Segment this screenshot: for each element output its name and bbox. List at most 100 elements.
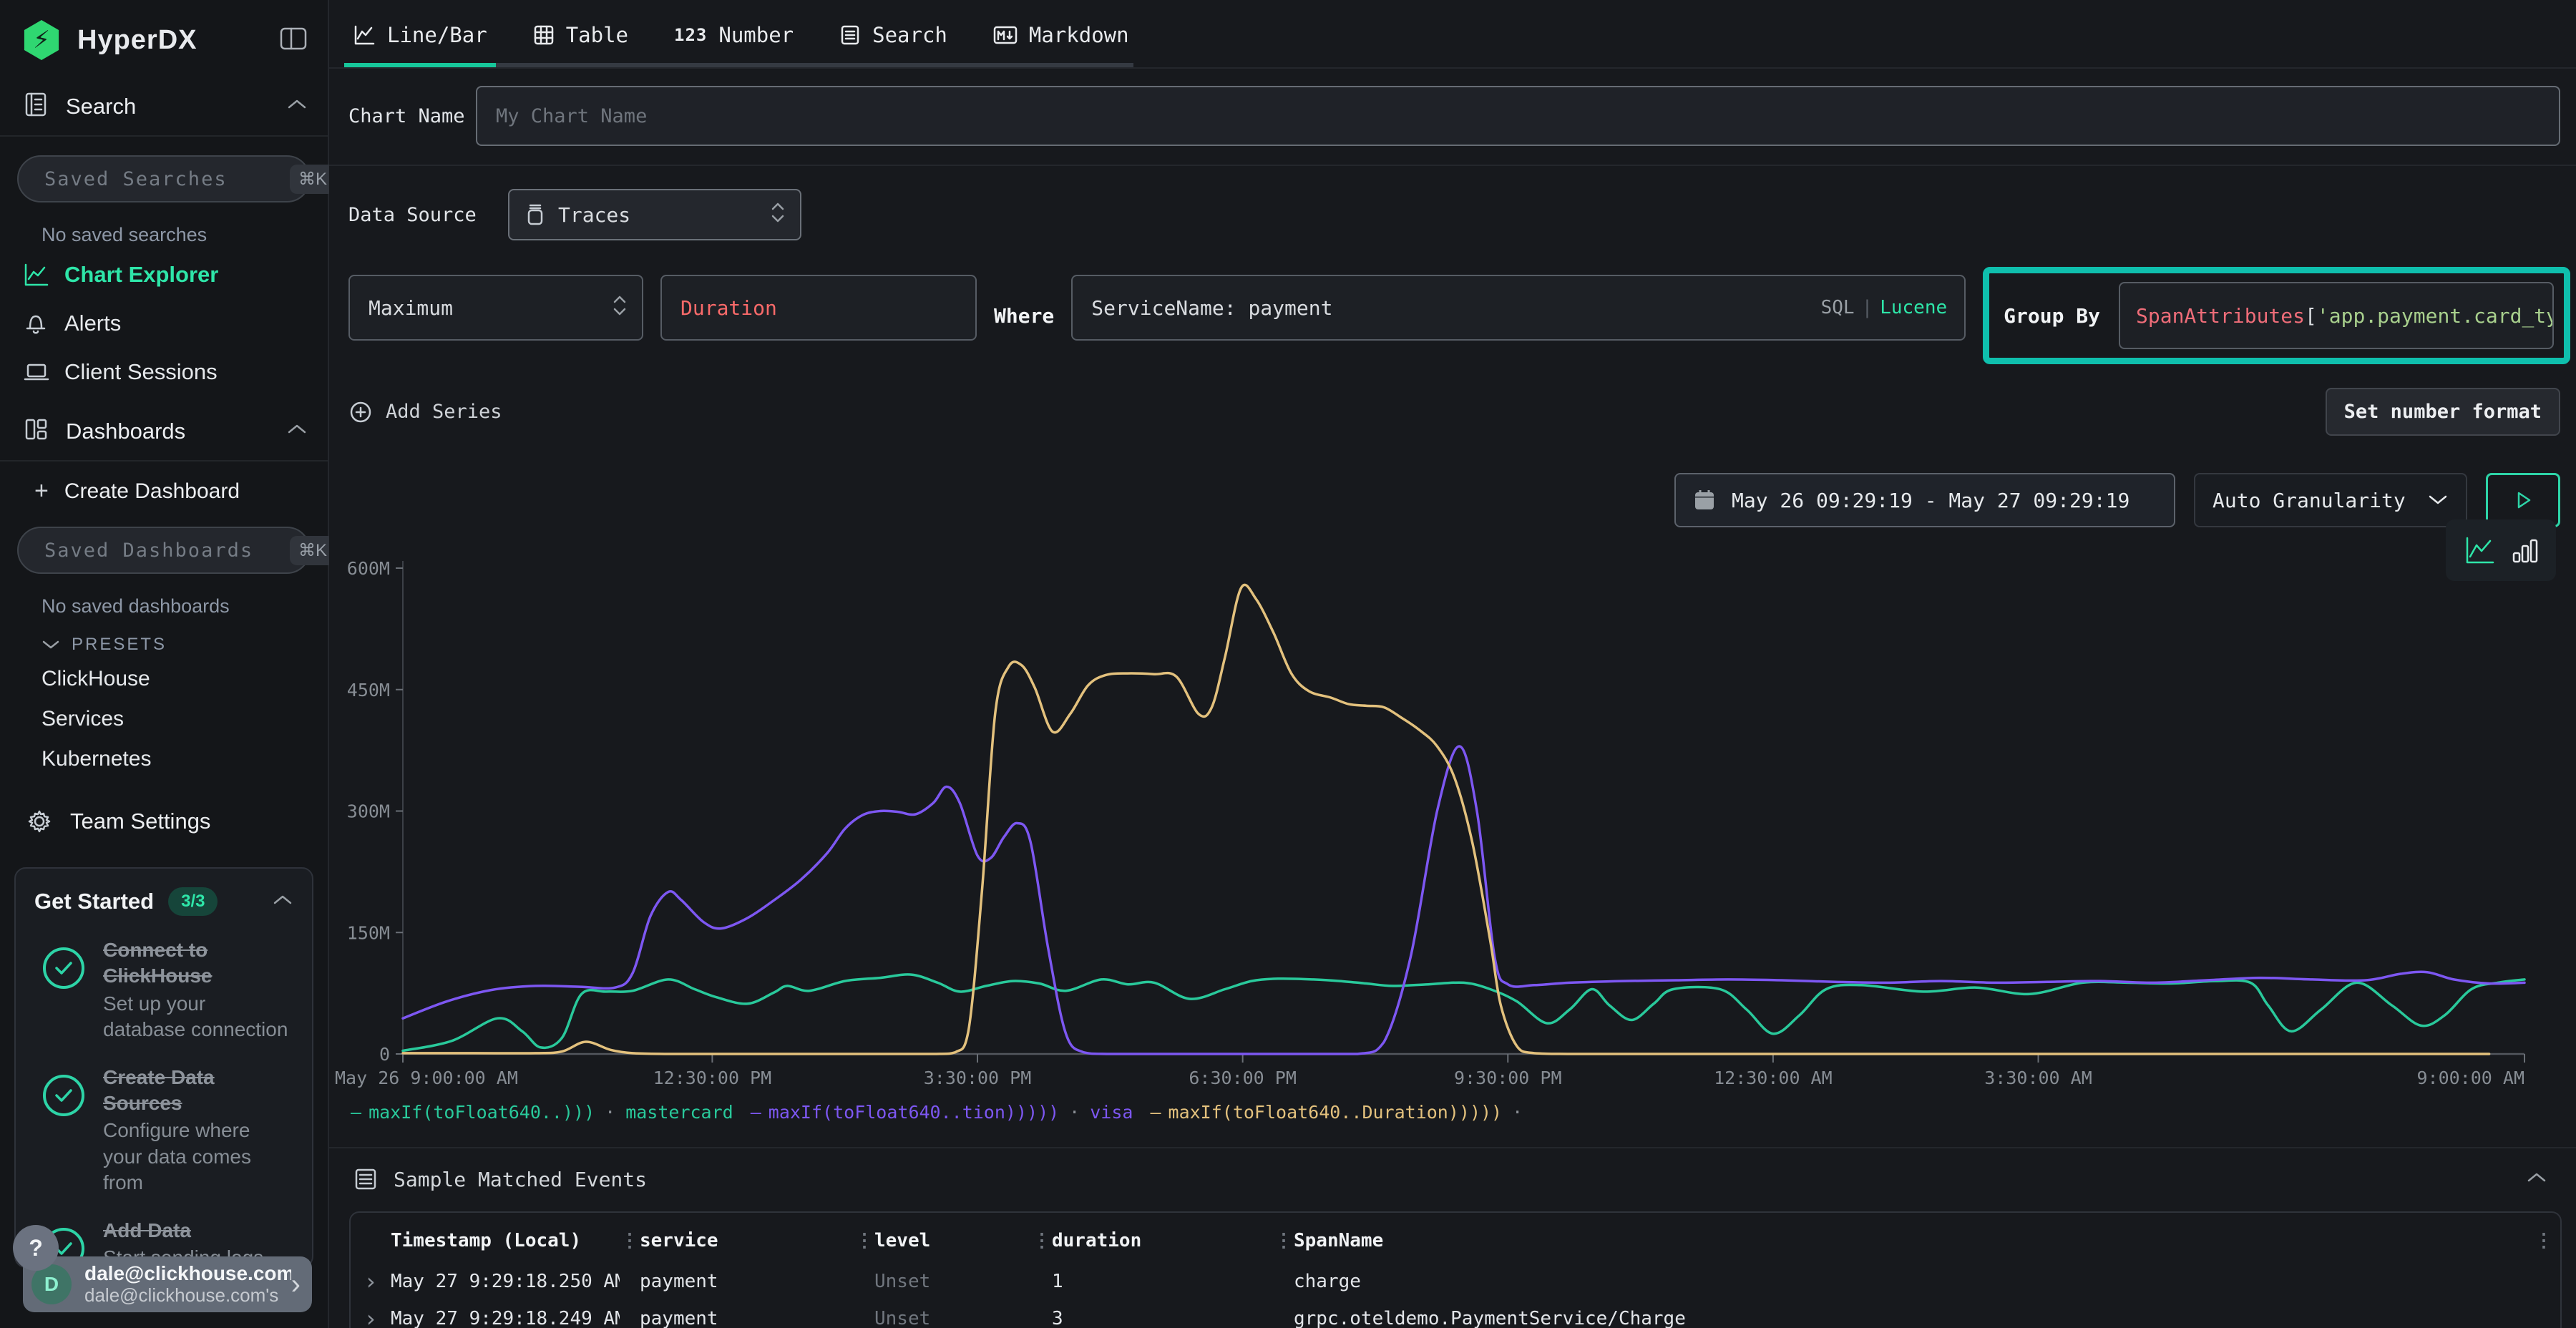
set-number-format-button[interactable]: Set number format: [2326, 388, 2560, 436]
group-by-input[interactable]: SpanAttributes['app.payment.card_type']: [2119, 282, 2554, 349]
tab-number[interactable]: 123 Number: [670, 19, 798, 63]
legend-item[interactable]: —maxIf(toFloat640..)))·mastercard: [351, 1102, 733, 1123]
aggregation-value: Maximum: [369, 296, 453, 320]
col-timestamp[interactable]: Timestamp (Local): [391, 1230, 620, 1251]
column-resize-handle[interactable]: ⋮: [620, 1230, 640, 1251]
where-label: Where: [994, 275, 1054, 356]
column-resize-handle[interactable]: ⋮: [854, 1230, 874, 1251]
table-row[interactable]: › May 27 9:29:18.249 AM payment Unset 3 …: [351, 1300, 2560, 1328]
lucene-option[interactable]: Lucene: [1880, 297, 1947, 318]
get-started-item[interactable]: Connect to ClickHouse Set up your databa…: [34, 937, 293, 1043]
col-spanname[interactable]: SpanName: [1294, 1230, 2527, 1251]
collapse-section-icon[interactable]: [2526, 1171, 2547, 1187]
column-resize-handle[interactable]: ⋮: [1032, 1230, 1052, 1251]
timeseries-chart[interactable]: 0150M300M450M600MMay 26 9:00:00 AM12:30:…: [346, 536, 2567, 1090]
cell-service: payment: [640, 1271, 854, 1292]
preset-kubernetes[interactable]: Kubernetes: [0, 739, 328, 779]
sidebar-item-alerts[interactable]: Alerts: [0, 299, 328, 348]
legend-group-value: visa: [1090, 1102, 1133, 1123]
main-content: Line/Bar Table 123 Number Search Markdow…: [329, 0, 2576, 1328]
hyperdx-logo-icon: ⚡: [21, 20, 62, 60]
user-menu[interactable]: D dale@clickhouse.com dale@clickhouse.co…: [23, 1256, 312, 1312]
y-axis-tick: 0: [379, 1044, 390, 1065]
number-123-icon: 123: [674, 25, 707, 45]
aggregation-select[interactable]: Maximum: [348, 275, 643, 341]
col-level[interactable]: level: [874, 1230, 1032, 1251]
team-settings-item[interactable]: Team Settings: [0, 779, 328, 846]
gear-icon: [26, 808, 70, 835]
preset-services[interactable]: Services: [0, 699, 328, 739]
sidebar-section-search[interactable]: Search: [0, 77, 328, 137]
chevron-up-icon[interactable]: [286, 98, 308, 114]
chevron-down-icon: [42, 639, 60, 650]
cell-duration: 1: [1052, 1271, 1274, 1292]
tab-markdown[interactable]: Markdown: [989, 19, 1133, 63]
check-circle-icon: [43, 947, 84, 989]
expand-row-icon[interactable]: ›: [351, 1270, 391, 1293]
user-email: dale@clickhouse.com: [84, 1262, 291, 1285]
brand-title: HyperDX: [77, 25, 197, 56]
column-resize-handle[interactable]: ⋮: [1274, 1230, 1294, 1251]
sidebar-section-dashboards[interactable]: Dashboards: [0, 402, 328, 462]
chart-name-input[interactable]: [476, 86, 2560, 146]
get-started-item[interactable]: Create Data Sources Configure where your…: [34, 1065, 293, 1196]
tab-table[interactable]: Table: [529, 19, 633, 63]
cell-spanname: charge: [1294, 1271, 2527, 1292]
chevron-right-icon: ›: [291, 1269, 301, 1301]
table-icon: [533, 24, 555, 46]
saved-searches-input[interactable]: [44, 168, 290, 190]
sql-option[interactable]: SQL: [1821, 297, 1855, 318]
table-row[interactable]: › May 27 9:29:18.250 AM payment Unset 1 …: [351, 1263, 2560, 1300]
groupby-highlight-annotation: Group By SpanAttributes['app.payment.car…: [1983, 267, 2570, 364]
no-saved-dashboards-text: No saved dashboards: [0, 574, 328, 622]
legend-separator: ·: [1066, 1102, 1083, 1123]
bell-icon: [23, 311, 64, 336]
saved-dashboards-input[interactable]: [44, 540, 290, 562]
legend-item[interactable]: —maxIf(toFloat640..Duration)))))·: [1150, 1102, 1526, 1123]
cell-spanname: grpc.oteldemo.PaymentService/Charge: [1294, 1308, 2527, 1328]
chevron-up-icon[interactable]: [272, 894, 293, 910]
data-source-label: Data Source: [348, 204, 508, 226]
col-service[interactable]: service: [640, 1230, 854, 1251]
legend-series-name: maxIf(toFloat640..))): [369, 1102, 595, 1123]
bar-display-icon[interactable]: [2510, 536, 2539, 565]
create-dashboard-button[interactable]: + Create Dashboard: [0, 462, 328, 508]
where-input[interactable]: ServiceName: payment SQL|Lucene: [1071, 275, 1966, 341]
sample-events-title: Sample Matched Events: [394, 1168, 647, 1191]
query-language-toggle[interactable]: SQL|Lucene: [1821, 297, 1948, 318]
cell-level: Unset: [874, 1308, 1032, 1328]
granularity-select[interactable]: Auto Granularity: [2194, 473, 2467, 527]
data-source-select[interactable]: Traces: [508, 189, 801, 240]
tab-line-bar[interactable]: Line/Bar: [348, 19, 492, 63]
add-series-button[interactable]: Add Series: [348, 400, 502, 424]
chevron-up-icon[interactable]: [286, 423, 308, 439]
no-saved-searches-text: No saved searches: [0, 202, 328, 250]
sidebar-item-chart-explorer[interactable]: Chart Explorer: [0, 250, 328, 299]
col-duration[interactable]: duration: [1052, 1230, 1274, 1251]
sidebar: ⚡ HyperDX Search ⌘K No saved searches: [0, 0, 329, 1328]
laptop-icon: [23, 359, 64, 385]
preset-clickhouse[interactable]: ClickHouse: [0, 659, 328, 699]
sidebar-item-client-sessions[interactable]: Client Sessions: [0, 348, 328, 396]
field-input[interactable]: Duration: [660, 275, 977, 341]
play-icon: [2512, 489, 2534, 511]
sidebar-search-label: Search: [66, 94, 136, 119]
tab-search[interactable]: Search: [835, 19, 952, 63]
legend-swatch: —: [1150, 1102, 1161, 1123]
legend-item[interactable]: —maxIf(toFloat640..tion)))))·visa: [751, 1102, 1133, 1123]
sidebar-collapse-icon[interactable]: [279, 26, 308, 55]
create-dashboard-label: Create Dashboard: [64, 479, 240, 504]
help-button[interactable]: ?: [13, 1225, 59, 1271]
get-started-item-title: Create Data Sources: [103, 1066, 215, 1114]
legend-series-name: maxIf(toFloat640..tion))))): [769, 1102, 1059, 1123]
presets-label: PRESETS: [72, 635, 167, 655]
column-menu[interactable]: ⋮: [2527, 1230, 2560, 1251]
cell-service: payment: [640, 1308, 854, 1328]
divider: |: [1855, 297, 1880, 318]
legend-group-value: mastercard: [625, 1102, 733, 1123]
presets-toggle[interactable]: PRESETS: [0, 622, 328, 659]
expand-row-icon[interactable]: ›: [351, 1307, 391, 1328]
line-display-icon[interactable]: [2463, 535, 2496, 565]
date-range-input[interactable]: May 26 09:29:19 - May 27 09:29:19: [1674, 473, 2175, 527]
x-axis-tick: 9:00:00 AM: [2416, 1068, 2524, 1088]
